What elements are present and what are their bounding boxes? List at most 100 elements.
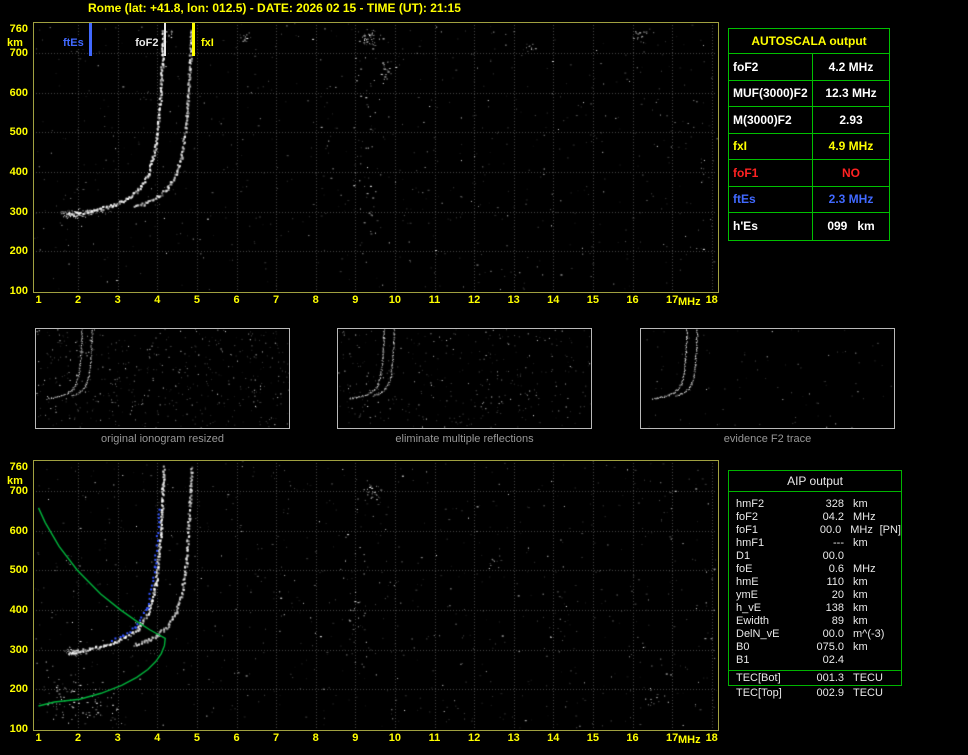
autoscala-row: ftEs 2.3 MHz: [729, 186, 889, 213]
x-tick-label: 1: [35, 732, 42, 744]
x-tick-label: 3: [114, 732, 121, 744]
y-tick-label: 760: [9, 461, 28, 473]
y-axis-unit-label: km: [7, 475, 23, 487]
aip-row-label: Ewidth: [736, 615, 770, 627]
autoscala-screen: Rome (lat: +41.8, lon: 012.5) - DATE: 20…: [0, 0, 968, 755]
x-tick-label: 12: [467, 732, 481, 744]
thumbnail-multiple-reflections: [337, 328, 592, 429]
aip-row-unit: [853, 654, 879, 667]
x-tick-label: 10: [388, 732, 402, 744]
aip-row-value: 04.2: [822, 511, 844, 523]
aip-row-value: 328: [825, 498, 844, 510]
y-tick-label: 500: [9, 126, 28, 139]
ionogram-canvas-bottom: [34, 461, 718, 730]
aip-row-label: foE: [736, 563, 753, 575]
autoscala-row: h'Es 099 km: [729, 213, 889, 240]
y-tick-label: 600: [9, 86, 28, 99]
x-tick-label: 9: [352, 732, 359, 744]
x-tick-label: 11: [428, 732, 441, 744]
aip-row-unit: km: [853, 615, 868, 627]
aip-row-unit: m^(-3): [853, 628, 885, 640]
x-tick-label: 2: [75, 294, 82, 306]
x-tick-label: 7: [273, 732, 280, 744]
autoscala-output-table: AUTOSCALA output foF2 4.2 MHz MUF(3000)F2 1…: [728, 28, 890, 241]
x-tick-label: 15: [586, 732, 600, 744]
y-tick-label: 400: [9, 603, 28, 616]
aip-row-value: 002.9: [816, 687, 844, 699]
autoscala-row-value: NO: [842, 165, 860, 180]
y-tick-label: 200: [9, 683, 28, 696]
aip-row-unit: MHz: [853, 563, 876, 575]
aip-row: B1 02.4: [729, 654, 901, 667]
autoscala-table-rows: foF2 4.2 MHz MUF(3000)F2 12.3 MHz M(3000)F2 2…: [729, 54, 889, 240]
thumbnail-caption-original: original ionogram resized: [101, 433, 224, 445]
aip-row-value: 20: [831, 589, 844, 601]
autoscala-row: fxI 4.9 MHz: [729, 133, 889, 160]
x-tick-label: 18: [705, 294, 718, 306]
autoscala-row: foF2 4.2 MHz: [729, 54, 889, 81]
x-tick-label: 7: [273, 294, 280, 306]
autoscala-row-label: MUF(3000)F2: [729, 80, 813, 106]
aip-row-label: hmF2: [736, 498, 765, 510]
aip-row-unit: km: [853, 537, 868, 549]
y-tick-label: 500: [9, 564, 28, 577]
x-axis-unit-label: MHz: [678, 296, 701, 308]
aip-row-value: 00.0: [822, 628, 844, 640]
autoscala-table-title: AUTOSCALA output: [729, 29, 889, 54]
autoscala-row-value: 2.3 MHz: [828, 192, 874, 207]
aip-row-unit: km: [853, 576, 868, 588]
aip-row-label: B0: [736, 641, 750, 653]
x-tick-label: 10: [388, 294, 402, 306]
aip-row-unit: TECU: [853, 687, 883, 699]
x-tick-label: 2: [75, 732, 82, 744]
aip-row: hmF2 328 km: [729, 498, 901, 511]
aip-row-label: TEC[Bot]: [736, 672, 781, 684]
aip-row-label: TEC[Top]: [736, 687, 782, 699]
autoscala-row-label: fxI: [729, 133, 813, 159]
thumbnail-canvas-reflections: [338, 329, 591, 428]
aip-row-label: h_vE: [736, 602, 762, 614]
autoscala-row-value: 4.2 MHz: [828, 59, 874, 74]
aip-row-label: foF2: [736, 511, 759, 523]
ftes-marker-line: [88, 23, 92, 56]
aip-row-label: foF1: [736, 524, 759, 536]
x-tick-label: 9: [352, 294, 359, 306]
x-tick-label: 14: [547, 294, 560, 306]
aip-row-label: hmF1: [736, 537, 765, 549]
aip-row: TEC[Bot] 001.3 TECU: [729, 672, 901, 684]
x-tick-label: 11: [428, 294, 441, 306]
x-tick-label: 4: [154, 294, 161, 306]
aip-row: foF1 00.0 MHz [PN]: [729, 524, 901, 537]
aip-row-label: hmE: [736, 576, 759, 588]
page-title: Rome (lat: +41.8, lon: 012.5) - DATE: 20…: [88, 1, 461, 15]
x-tick-label: 12: [467, 294, 481, 306]
aip-row-value: 89: [831, 615, 844, 627]
aip-row: ymE 20 km: [729, 589, 901, 602]
x-tick-label: 18: [705, 732, 718, 744]
autoscala-row-value: 2.93: [839, 112, 863, 127]
fxi-marker-line: [191, 23, 195, 56]
x-tick-label: 5: [193, 294, 200, 306]
aip-row: B0 075.0 km: [729, 641, 901, 654]
x-tick-label: 16: [626, 732, 639, 744]
thumbnail-caption-f2trace: evidence F2 trace: [723, 433, 812, 445]
aip-row: foE 0.6 MHz: [729, 563, 901, 576]
aip-row-unit: TECU: [853, 672, 883, 684]
autoscala-row-label: foF2: [729, 54, 813, 80]
aip-row: hmE 110 km: [729, 576, 901, 589]
aip-row: D1 00.0: [729, 550, 901, 563]
autoscala-row: M(3000)F2 2.93: [729, 107, 889, 134]
aip-row: h_vE 138 km: [729, 602, 901, 615]
autoscala-row: foF1 NO: [729, 160, 889, 187]
aip-output-table: AIP output hmF2 328 km foF2 04.2 MHz foF1 00.0 M…: [728, 470, 902, 686]
x-tick-label: 8: [312, 732, 319, 744]
fxi-marker-label: fxI: [199, 37, 215, 49]
autoscala-row: MUF(3000)F2 12.3 MHz: [729, 80, 889, 107]
autoscala-row-label: M(3000)F2: [729, 107, 813, 133]
ionogram-panel-top: [33, 22, 719, 293]
ftes-marker-label: ftEs: [61, 37, 85, 49]
y-tick-label: 200: [9, 245, 28, 258]
x-tick-label: 6: [233, 732, 240, 744]
y-tick-label: 400: [9, 165, 28, 178]
aip-row-value: 00.0: [822, 550, 844, 562]
